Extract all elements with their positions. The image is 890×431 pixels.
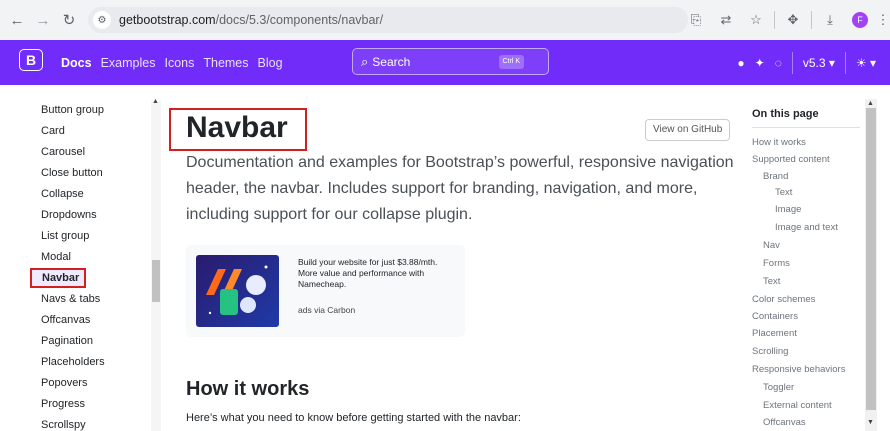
sidebar-item-active[interactable]: Navbar: [30, 268, 87, 288]
toc-link[interactable]: Forms: [763, 258, 790, 269]
sidebar-item[interactable]: Modal: [41, 251, 71, 263]
ad-text[interactable]: Build your website for just $3.88/mth. M…: [298, 257, 458, 290]
sidebar-item[interactable]: Popovers: [41, 377, 87, 389]
toolbar-divider: [811, 11, 812, 29]
version-label: v5.3: [802, 55, 826, 70]
back-arrow-icon[interactable]: ←: [6, 9, 28, 31]
nav-blog[interactable]: Blog: [258, 56, 283, 70]
toc-link[interactable]: Nav: [763, 240, 780, 251]
sidebar-item[interactable]: Placeholders: [41, 356, 105, 368]
toc-link[interactable]: Brand: [763, 171, 788, 182]
theme-toggle-icon[interactable]: ☀ ▾: [856, 56, 876, 70]
toc-link[interactable]: Containers: [752, 311, 798, 322]
search-icon: ⌕: [361, 53, 369, 69]
github-icon[interactable]: ●: [737, 56, 744, 70]
toc-link[interactable]: Placement: [752, 328, 797, 339]
sidebar-item[interactable]: Scrollspy: [41, 419, 86, 431]
sidebar-item[interactable]: Dropdowns: [41, 209, 97, 221]
sidebar-scrollbar-thumb[interactable]: [152, 260, 160, 302]
sidebar-item[interactable]: Button group: [41, 104, 104, 116]
toc-link[interactable]: Color schemes: [752, 294, 815, 305]
nav-icons[interactable]: Icons: [164, 56, 194, 70]
toc-scrollbar-thumb[interactable]: [866, 108, 876, 410]
section-heading: How it works: [186, 378, 310, 400]
toc-link[interactable]: External content: [763, 400, 832, 411]
download-icon[interactable]: ⤓: [818, 8, 842, 32]
twitter-icon[interactable]: ✦: [755, 56, 765, 70]
sidebar-item[interactable]: List group: [41, 230, 89, 242]
ad-via-carbon[interactable]: ads via Carbon: [298, 305, 355, 315]
search-shortcut-badge: Ctrl K: [498, 55, 524, 69]
sidebar-item[interactable]: Carousel: [41, 146, 85, 158]
sidebar-item[interactable]: Close button: [41, 167, 103, 179]
browser-toolbar: ← → ↻ ⚙ getbootstrap.com/docs/5.3/compon…: [0, 0, 890, 40]
url-text: getbootstrap.com/docs/5.3/components/nav…: [119, 13, 383, 27]
bootstrap-logo-icon[interactable]: B: [19, 49, 43, 71]
carbon-ad[interactable]: Build your website for just $3.88/mth. M…: [186, 245, 465, 337]
scroll-up-arrow-icon[interactable]: ▲: [867, 100, 874, 107]
navbar-divider: [791, 51, 793, 74]
toc-link[interactable]: Text: [763, 276, 780, 287]
nav-examples[interactable]: Examples: [101, 56, 156, 70]
toc-link[interactable]: Image and text: [775, 222, 838, 233]
opencollective-icon[interactable]: ◌: [775, 56, 782, 70]
version-dropdown[interactable]: v5.3 ▾: [803, 56, 835, 70]
site-info-icon[interactable]: ⚙: [93, 11, 111, 29]
toc-link[interactable]: Supported content: [752, 154, 830, 165]
toc-divider: [752, 127, 860, 128]
install-app-icon[interactable]: ⎘: [684, 8, 708, 32]
nav-links: Docs Examples Icons Themes Blog: [61, 40, 292, 85]
bookmark-star-icon[interactable]: ☆: [744, 8, 768, 32]
view-on-github-button[interactable]: View on GitHub: [645, 119, 731, 141]
toc-link[interactable]: Offcanvas: [763, 417, 806, 428]
docs-sidebar: Button group Card Carousel Close button Coll…: [0, 85, 150, 431]
sidebar-item[interactable]: Progress: [41, 398, 85, 410]
toc-title: On this page: [752, 108, 819, 120]
toc-link[interactable]: Toggler: [763, 382, 794, 393]
page-lead: Documentation and examples for Bootstrap…: [186, 154, 734, 223]
sidebar-item[interactable]: Collapse: [41, 188, 84, 200]
search-button[interactable]: ⌕ Search Ctrl K: [352, 48, 549, 75]
toc-link[interactable]: Text: [775, 187, 792, 198]
profile-avatar[interactable]: F: [848, 8, 872, 32]
toc-link[interactable]: Image: [775, 204, 801, 215]
translate-icon[interactable]: ⇄: [714, 8, 738, 32]
address-bar[interactable]: ⚙ getbootstrap.com/docs/5.3/components/n…: [88, 7, 688, 33]
nav-themes[interactable]: Themes: [203, 56, 248, 70]
page-title: Navbar: [186, 111, 288, 144]
sidebar-item[interactable]: Offcanvas: [41, 314, 90, 326]
profile-initial: F: [852, 12, 868, 28]
ad-image[interactable]: [196, 255, 279, 327]
section-intro: Here’s what you need to know before gett…: [186, 412, 521, 424]
menu-icon[interactable]: ⋮: [877, 8, 890, 32]
sidebar-item[interactable]: Pagination: [41, 335, 93, 347]
scroll-up-arrow-icon[interactable]: ▲: [152, 98, 159, 105]
extensions-icon[interactable]: ✥: [781, 8, 805, 32]
nav-docs[interactable]: Docs: [61, 56, 92, 70]
sidebar-item[interactable]: Card: [41, 125, 65, 137]
search-placeholder: Search: [372, 54, 411, 69]
forward-arrow-icon[interactable]: →: [32, 9, 54, 31]
toolbar-divider: [774, 11, 775, 29]
navbar-divider: [844, 51, 846, 74]
reload-icon[interactable]: ↻: [58, 9, 80, 31]
scroll-down-arrow-icon[interactable]: ▼: [867, 419, 874, 426]
url-path: /docs/5.3/components/navbar/: [215, 13, 384, 27]
url-domain: getbootstrap.com: [119, 13, 216, 27]
toc-link[interactable]: Responsive behaviors: [752, 364, 845, 375]
toc-link[interactable]: Scrolling: [752, 346, 788, 357]
site-navbar: B Docs Examples Icons Themes Blog ⌕ Sear…: [0, 40, 890, 85]
toc-link[interactable]: How it works: [752, 137, 806, 148]
sidebar-item[interactable]: Navs & tabs: [41, 293, 100, 305]
